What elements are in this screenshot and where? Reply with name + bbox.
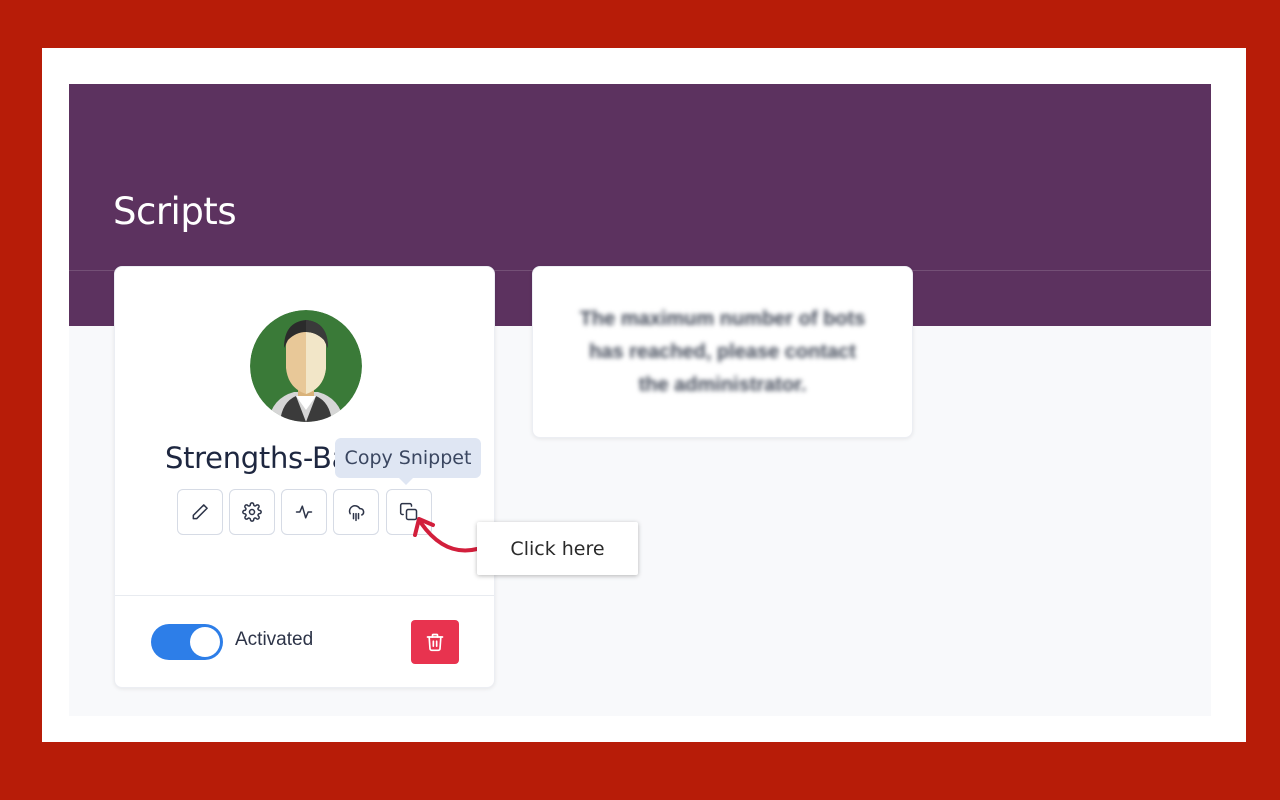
settings-button[interactable] xyxy=(229,489,275,535)
gear-icon xyxy=(242,502,262,522)
toggle-knob xyxy=(190,627,220,657)
script-card: Strengths-Ba Copy Snippet Activated xyxy=(114,266,495,688)
delete-button[interactable] xyxy=(411,620,459,664)
activity-button[interactable] xyxy=(281,489,327,535)
card-divider xyxy=(115,595,494,596)
trash-icon xyxy=(426,633,444,652)
script-avatar xyxy=(250,310,362,422)
page-title: Scripts xyxy=(113,190,237,233)
copy-snippet-tooltip: Copy Snippet xyxy=(335,438,481,485)
edit-button[interactable] xyxy=(177,489,223,535)
activity-icon xyxy=(295,505,313,519)
pencil-icon xyxy=(192,504,208,520)
click-here-callout: Click here xyxy=(477,522,638,575)
pointer-arrow-icon xyxy=(413,517,479,553)
activation-label: Activated xyxy=(235,629,314,650)
limit-notice-text: The maximum number of bots has reached, … xyxy=(579,307,866,396)
deploy-button[interactable] xyxy=(333,489,379,535)
limit-notice-card: The maximum number of bots has reached, … xyxy=(532,266,913,438)
cloud-rain-icon xyxy=(348,505,365,522)
activation-toggle[interactable] xyxy=(151,624,223,660)
app-window: Scripts Strengths-Ba Copy Snippet Activa… xyxy=(69,84,1211,716)
